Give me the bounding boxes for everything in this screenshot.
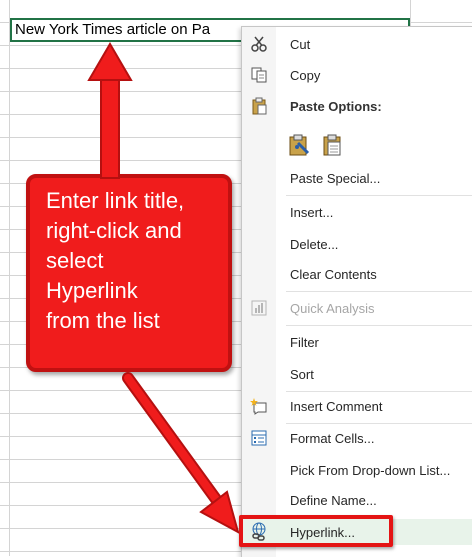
callout-line: select (46, 248, 104, 273)
paint-brush-paste-icon (289, 134, 310, 156)
menu-item-filter-label: Filter (290, 334, 319, 350)
menu-item-copy-label: Copy (290, 67, 321, 83)
menu-item-paste-special[interactable]: Paste Special... (242, 165, 472, 191)
paste-icon (248, 95, 270, 117)
menu-item-hyperlink-label: Hyperlink... (290, 524, 356, 540)
menu-item-clear-contents[interactable]: Clear Contents (242, 261, 472, 287)
context-menu: Cut Copy Paste Options: Paste Special...… (241, 26, 472, 557)
scissors-icon (248, 33, 270, 55)
menu-item-insert-label: Insert... (290, 204, 334, 220)
menu-item-copy[interactable]: Copy (242, 62, 472, 88)
paste-formatting-button[interactable] (286, 133, 312, 159)
menu-item-format-cells-label: Format Cells... (290, 430, 375, 446)
menu-item-insert[interactable]: Insert... (242, 199, 472, 225)
callout-line: Enter link title, (46, 188, 185, 213)
menu-item-cut-label: Cut (290, 36, 311, 52)
instruction-callout: Enter link title, right-click and select… (26, 174, 232, 372)
menu-item-format-cells[interactable]: Format Cells... (242, 425, 472, 451)
format-cells-icon (248, 427, 270, 449)
menu-item-pick-from-dropdown[interactable]: Pick From Drop-down List... (242, 457, 472, 483)
menu-item-sort[interactable]: Sort (242, 361, 472, 387)
menu-item-define-name-label: Define Name... (290, 492, 377, 508)
menu-item-insert-comment[interactable]: Insert Comment (242, 393, 472, 419)
menu-item-paste-special-label: Paste Special... (290, 170, 381, 186)
menu-item-paste-options: Paste Options: (242, 93, 472, 119)
menu-item-delete[interactable]: Delete... (242, 231, 472, 257)
menu-item-paste-options-label: Paste Options: (290, 98, 382, 114)
menu-item-define-name[interactable]: Define Name... (242, 487, 472, 513)
menu-item-delete-label: Delete... (290, 236, 339, 252)
callout-line: from the list (46, 308, 160, 333)
copy-icon (248, 64, 270, 86)
menu-item-sort-label: Sort (290, 366, 314, 382)
clipboard-paste-icon (323, 134, 341, 156)
quick-analysis-icon (248, 297, 270, 319)
paste-option-buttons (242, 131, 472, 163)
menu-item-clear-contents-label: Clear Contents (290, 266, 377, 282)
callout-line: right-click and (46, 218, 182, 243)
menu-item-insert-comment-label: Insert Comment (290, 398, 383, 414)
menu-item-quick-analysis: Quick Analysis (242, 295, 472, 321)
menu-item-cut[interactable]: Cut (242, 31, 472, 57)
insert-comment-icon (248, 395, 270, 417)
paste-button[interactable] (320, 133, 346, 159)
menu-item-quick-analysis-label: Quick Analysis (290, 300, 375, 316)
menu-item-hyperlink[interactable]: Hyperlink... (242, 519, 472, 545)
menu-item-pick-from-dropdown-label: Pick From Drop-down List... (290, 462, 451, 478)
callout-line: Hyperlink (46, 278, 138, 303)
hyperlink-icon (248, 521, 270, 543)
menu-item-filter[interactable]: Filter (242, 329, 472, 355)
